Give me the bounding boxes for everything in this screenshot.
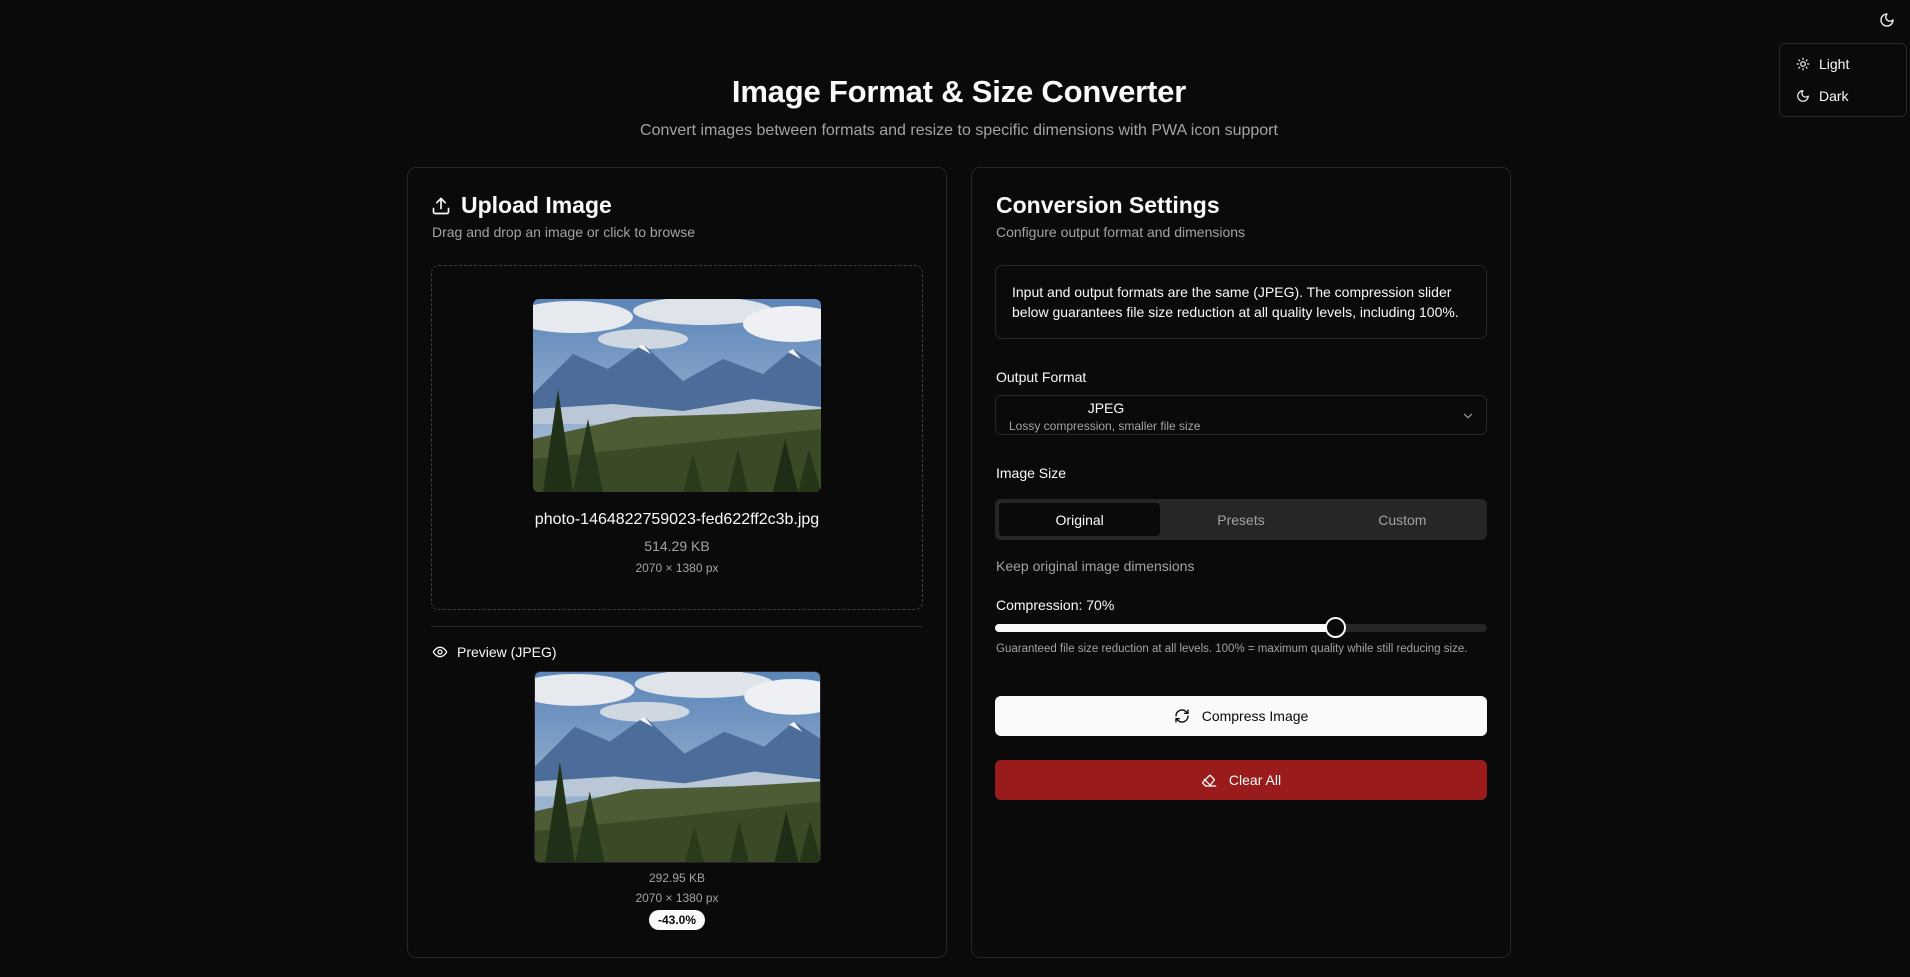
page-subtitle: Convert images between formats and resiz… <box>640 122 1278 139</box>
compress-image-button[interactable]: Compress Image <box>995 696 1487 736</box>
sun-icon <box>1796 57 1810 71</box>
compression-slider-thumb[interactable] <box>1324 617 1346 638</box>
chevron-down-icon <box>1463 413 1473 419</box>
uploaded-file-name: photo-1464822759023-fed622ff2c3b.jpg <box>534 511 820 528</box>
settings-description: Configure output format and dimensions <box>996 224 1246 240</box>
preview-badge-wrap: -43.0% <box>431 910 923 930</box>
tab-custom[interactable]: Custom <box>1322 503 1483 536</box>
settings-card-title: Conversion Settings <box>996 192 1220 218</box>
preview-header: Preview (JPEG) <box>432 644 557 660</box>
select-value: JPEG <box>1087 400 1125 416</box>
upload-title-text: Upload Image <box>461 192 612 218</box>
eraser-icon <box>1201 774 1217 787</box>
theme-option-label: Light <box>1819 56 1850 72</box>
clear-all-button[interactable]: Clear All <box>995 760 1487 800</box>
image-size-tabs: Original Presets Custom <box>995 499 1487 540</box>
theme-toggle-button[interactable] <box>1876 9 1898 31</box>
compress-button-label: Compress Image <box>1201 708 1309 724</box>
image-size-label: Image Size <box>996 465 1067 481</box>
tab-original[interactable]: Original <box>999 503 1161 536</box>
upload-description: Drag and drop an image or click to brows… <box>432 224 696 240</box>
compression-label: Compression: 70% <box>996 597 1115 613</box>
page-title: Image Format & Size Converter <box>731 74 1187 109</box>
select-value-description: Lossy compression, smaller file size <box>1009 419 1201 433</box>
upload-card-title: Upload Image <box>431 192 612 219</box>
format-notice: Input and output formats are the same (J… <box>995 265 1487 339</box>
compression-hint: Guaranteed file size reduction at all le… <box>996 643 1468 655</box>
tab-presets[interactable]: Presets <box>1160 503 1321 536</box>
moon-icon <box>1880 13 1894 27</box>
size-reduction-badge: -43.0% <box>648 910 706 930</box>
output-format-label: Output Format <box>996 369 1087 385</box>
refresh-icon <box>1175 709 1189 723</box>
preview-dimensions: 2070 × 1380 px <box>635 891 719 905</box>
uploaded-image-thumbnail <box>533 299 821 492</box>
uploaded-file-dimensions: 2070 × 1380 px <box>635 561 719 575</box>
preview-file-size: 292.95 KB <box>648 871 706 885</box>
image-size-hint: Keep original image dimensions <box>996 558 1195 574</box>
upload-icon <box>432 197 450 214</box>
clear-button-label: Clear All <box>1228 772 1282 788</box>
compression-slider-fill <box>995 624 1336 632</box>
preview-image <box>534 671 821 863</box>
divider <box>431 626 923 627</box>
eye-icon <box>432 646 448 658</box>
uploaded-file-size: 514.29 KB <box>644 538 710 554</box>
preview-label: Preview (JPEG) <box>457 644 557 660</box>
output-format-select[interactable]: JPEG Lossy compression, smaller file siz… <box>995 395 1487 435</box>
